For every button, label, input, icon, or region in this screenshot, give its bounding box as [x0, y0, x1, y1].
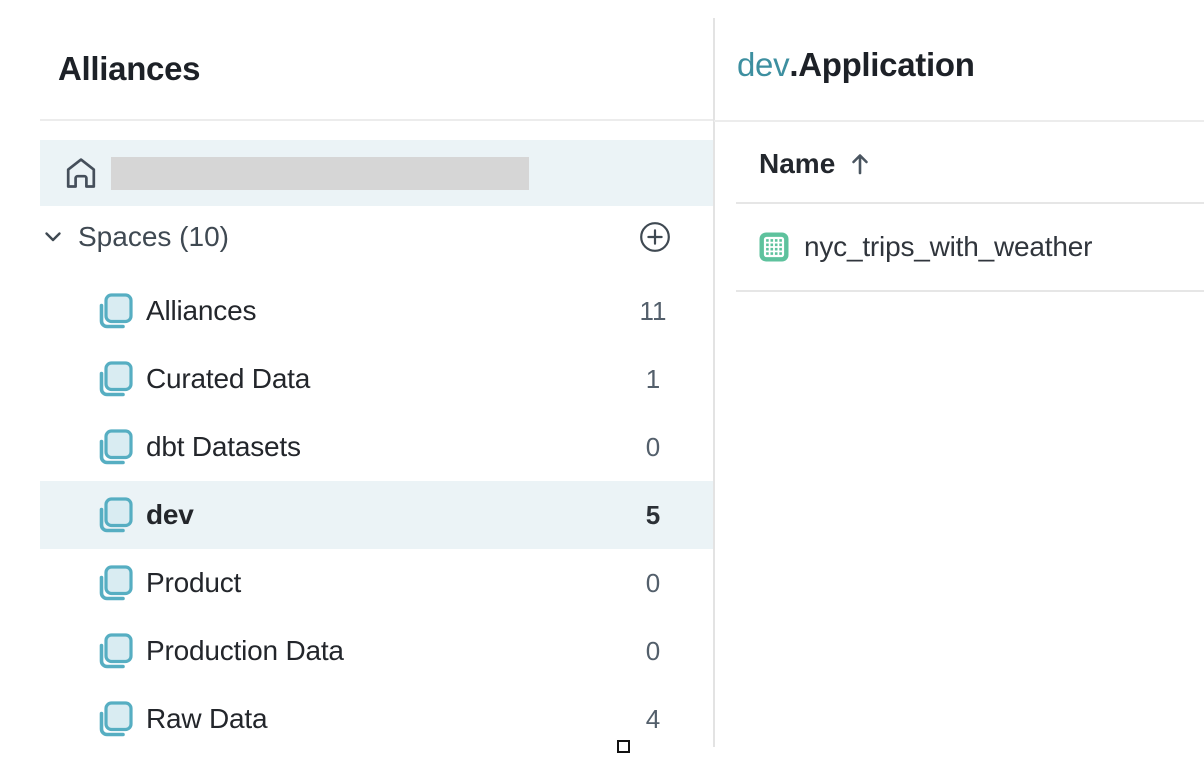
space-name: dbt Datasets: [146, 431, 301, 463]
space-name: Production Data: [146, 635, 344, 667]
space-count: 0: [631, 636, 675, 667]
space-icon: [94, 291, 133, 332]
space-count: 11: [631, 296, 675, 327]
column-label: Name: [759, 148, 835, 180]
space-name: Product: [146, 567, 241, 599]
space-icon: [94, 427, 133, 468]
panel-title-divider: [40, 119, 713, 121]
add-space-button[interactable]: [638, 220, 672, 254]
cursor-artifact-square: [617, 740, 630, 753]
panel-title: Alliances: [58, 50, 200, 88]
dataset-row[interactable]: nyc_trips_with_weather: [737, 204, 1204, 290]
space-row[interactable]: Raw Data 4: [40, 685, 713, 753]
redacted-home-label: [111, 157, 529, 190]
space-name: Raw Data: [146, 703, 267, 735]
space-name: dev: [146, 499, 194, 531]
space-row[interactable]: Alliances 11: [40, 277, 713, 345]
panel-divider: [713, 18, 715, 747]
space-icon: [94, 631, 133, 672]
spaces-section-header[interactable]: Spaces (10): [40, 214, 713, 260]
space-row[interactable]: dbt Datasets 0: [40, 413, 713, 481]
space-count: 5: [631, 500, 675, 531]
space-count: 1: [631, 364, 675, 395]
breadcrumb-separator: .: [789, 46, 798, 83]
row-divider: [736, 290, 1204, 292]
chevron-down-icon[interactable]: [42, 226, 64, 248]
home-icon: [61, 153, 101, 193]
spaces-section-label: Spaces (10): [78, 221, 229, 253]
space-icon: [94, 563, 133, 604]
space-count: 0: [631, 432, 675, 463]
space-name: Curated Data: [146, 363, 310, 395]
space-count: 0: [631, 568, 675, 599]
space-list: Alliances 11 Curated Data 1: [40, 277, 713, 753]
space-row[interactable]: Curated Data 1: [40, 345, 713, 413]
space-icon: [94, 359, 133, 400]
space-row[interactable]: dev 5: [40, 481, 713, 549]
header-divider: [714, 120, 1204, 122]
space-count: 4: [631, 704, 675, 735]
space-row[interactable]: Product 0: [40, 549, 713, 617]
home-item[interactable]: [40, 140, 713, 206]
space-row[interactable]: Production Data 0: [40, 617, 713, 685]
space-icon: [94, 699, 133, 740]
space-icon: [94, 495, 133, 536]
column-header-name[interactable]: Name: [759, 148, 871, 180]
plus-circle-icon: [638, 220, 672, 254]
breadcrumb: dev.Application: [737, 46, 975, 84]
breadcrumb-entity: Application: [798, 46, 974, 83]
breadcrumb-space-link[interactable]: dev: [737, 46, 789, 83]
dataset-name: nyc_trips_with_weather: [804, 231, 1092, 263]
sort-ascending-icon: [849, 151, 871, 177]
table-icon: [759, 232, 789, 262]
space-name: Alliances: [146, 295, 256, 327]
app-canvas: Alliances Spaces (10): [0, 0, 1204, 770]
